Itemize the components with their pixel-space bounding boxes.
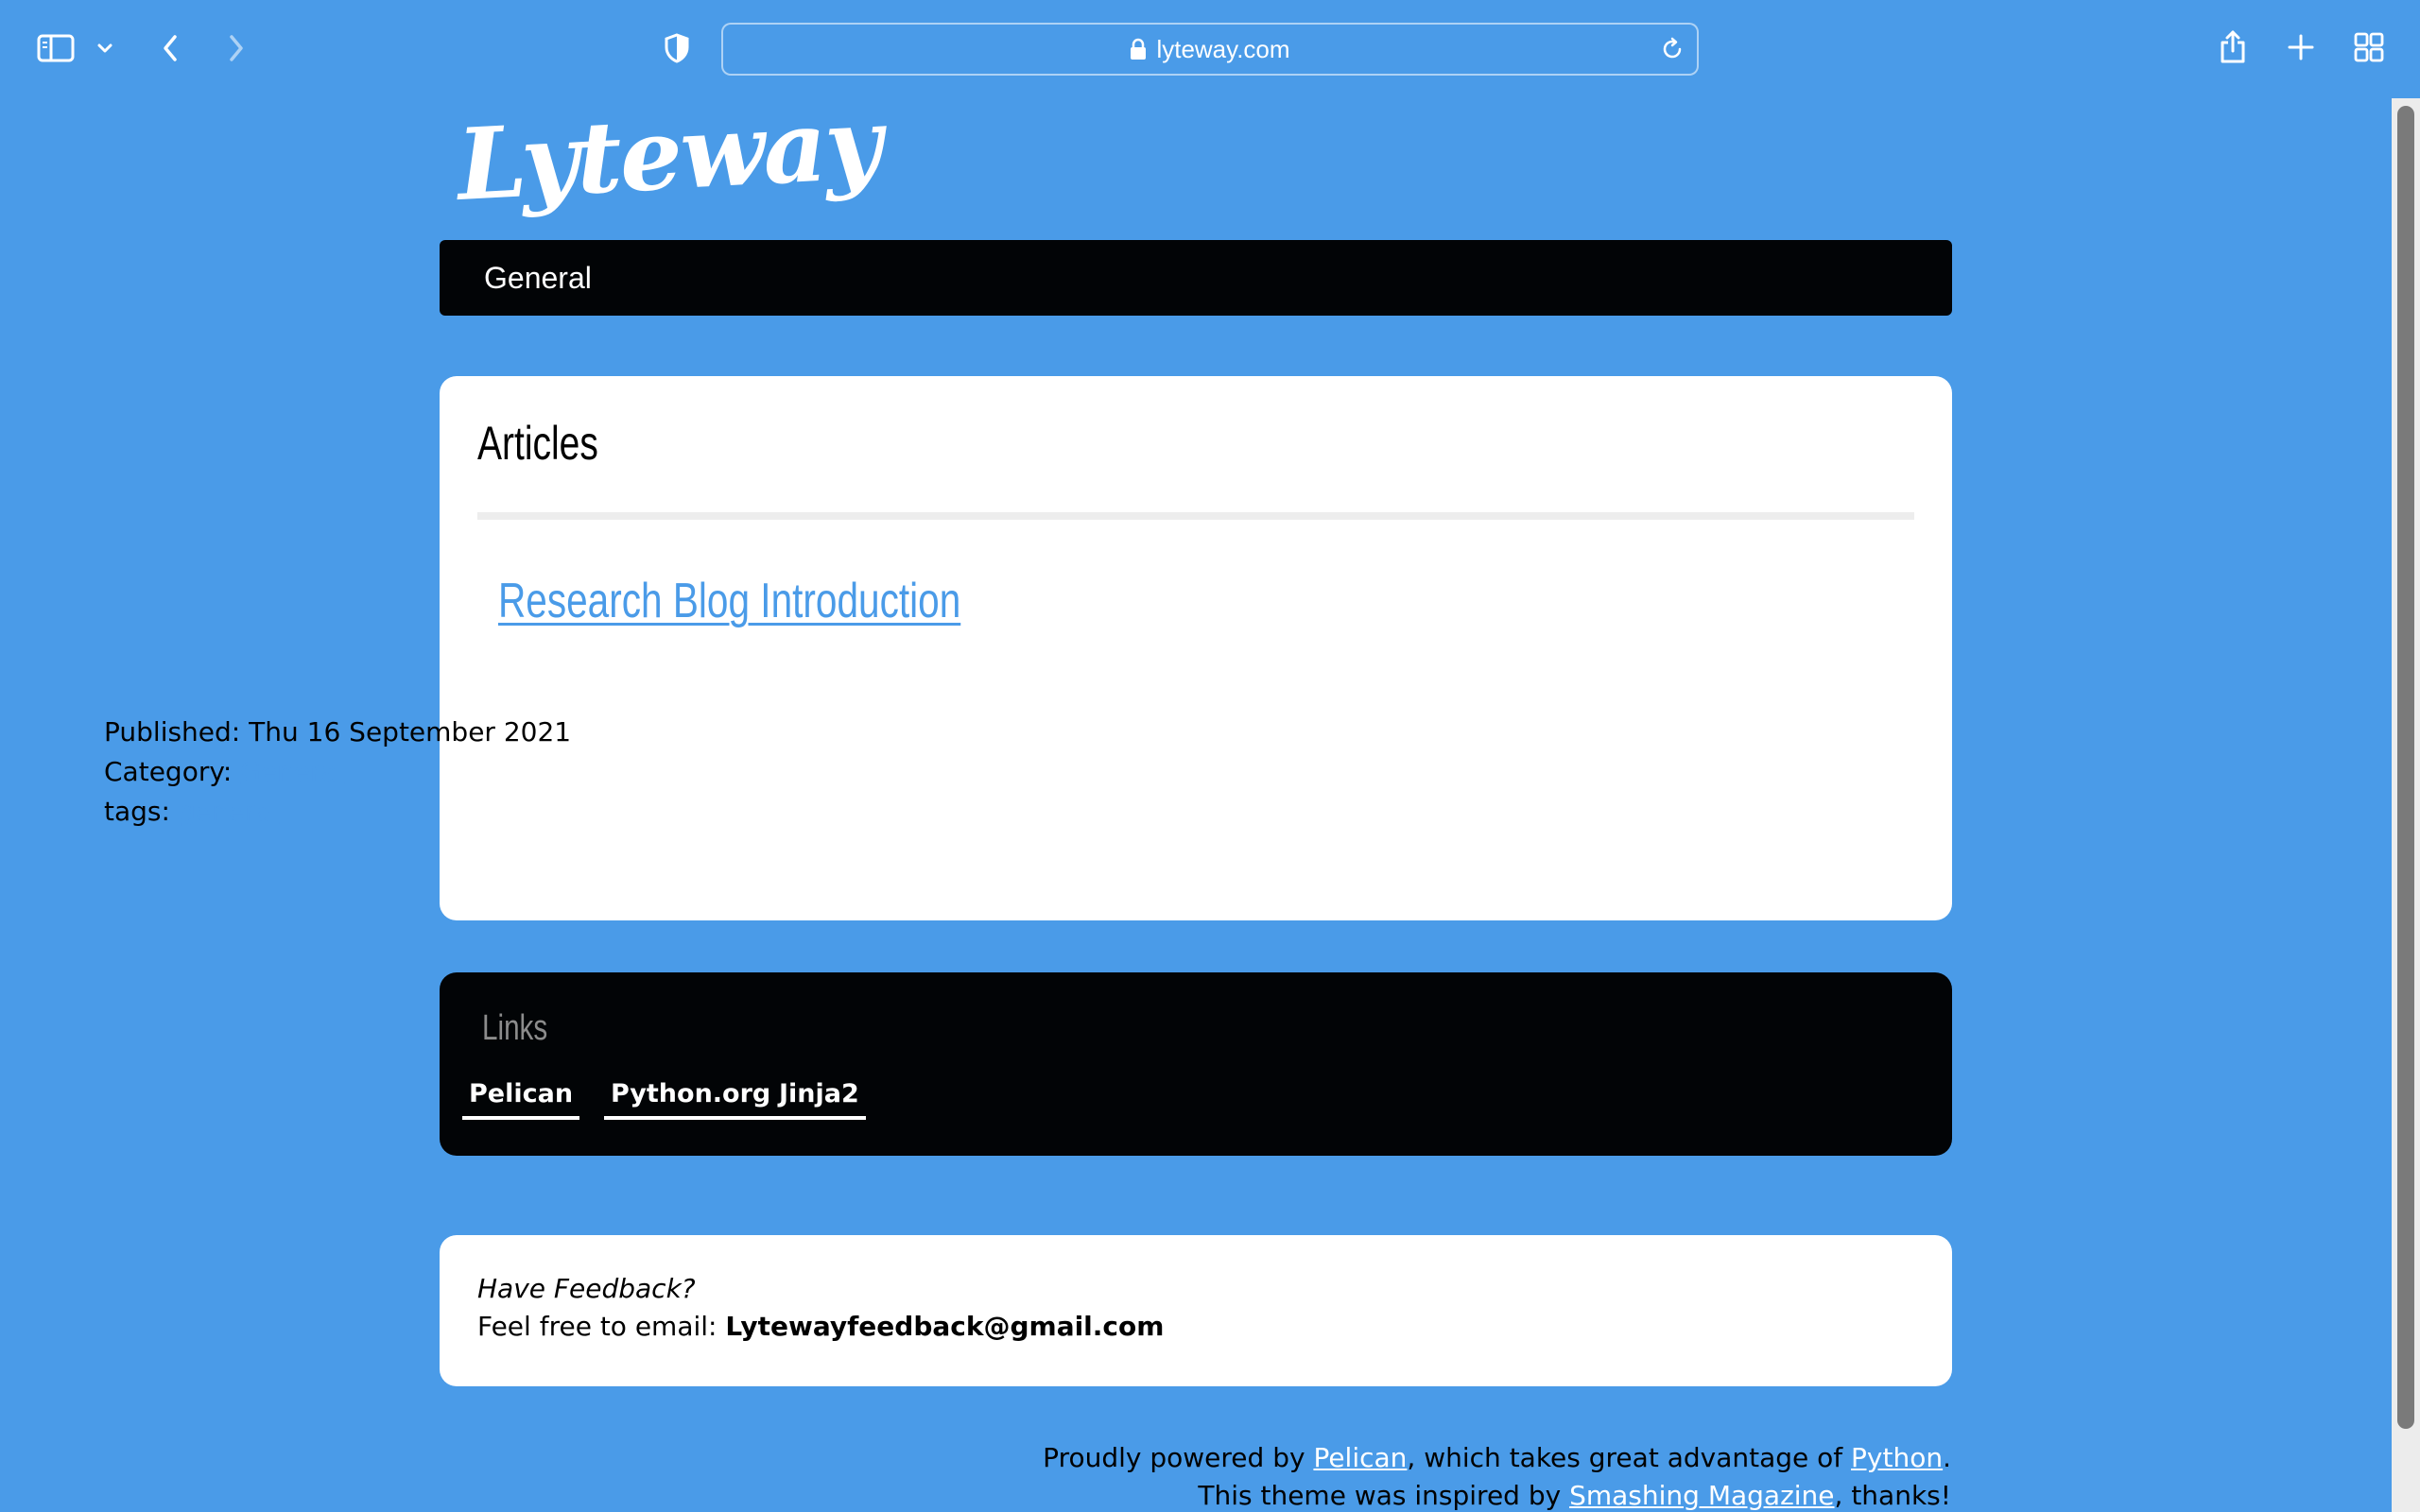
reload-icon[interactable] [1657, 34, 1687, 64]
scrollbar-thumb[interactable] [2397, 106, 2414, 1429]
footer-text: This theme was inspired by [1198, 1480, 1570, 1511]
articles-heading: Articles [477, 417, 598, 470]
link-jinja2[interactable]: Jinja2 [772, 1071, 866, 1120]
grid-icon[interactable] [2350, 28, 2388, 66]
feedback-email: Lytewayfeedback@gmail.com [725, 1311, 1165, 1342]
footer-python-link[interactable]: Python [1851, 1442, 1943, 1473]
url-text: lyteway.com [1156, 34, 1290, 63]
share-icon[interactable] [2214, 25, 2252, 68]
published-label: Published: [104, 716, 241, 747]
footer-smashing-link[interactable]: Smashing Magazine [1569, 1480, 1834, 1511]
article-category: Category: General [104, 756, 345, 787]
footer-text: . [1943, 1442, 1951, 1473]
footer-text: , thanks! [1834, 1480, 1951, 1511]
sidebar-icon[interactable] [34, 30, 78, 66]
shield-icon[interactable] [660, 30, 694, 66]
chevron-down-icon[interactable] [93, 36, 117, 60]
footer-line-2: This theme was inspired by Smashing Maga… [1198, 1480, 1951, 1511]
link-pelican[interactable]: Pelican [462, 1071, 580, 1120]
links-heading: Links [482, 1008, 548, 1048]
footer-text: Proudly powered by [1043, 1442, 1314, 1473]
site-logo[interactable]: Lyteway [455, 82, 884, 227]
forward-arrow-icon[interactable] [219, 30, 253, 66]
article-tags: tags: general [104, 796, 279, 827]
feedback-prefix: Feel free to email: [477, 1311, 726, 1342]
footer-line-1: Proudly powered by Pelican, which takes … [1043, 1442, 1951, 1473]
lock-icon [1130, 38, 1147, 60]
divider [477, 512, 1914, 520]
main-nav: General [440, 240, 1952, 316]
category-link[interactable]: General [240, 756, 344, 787]
tag-link[interactable]: general [179, 796, 279, 827]
links-card: Links Pelican Python.org Jinja2 [440, 972, 1952, 1156]
category-label: Category: [104, 756, 233, 787]
address-bar[interactable]: lyteway.com [721, 23, 1699, 76]
feedback-card: Have Feedback? Feel free to email: Lytew… [440, 1235, 1952, 1386]
article-published: Published: Thu 16 September 2021 [104, 716, 571, 747]
feedback-question: Have Feedback? [477, 1273, 696, 1304]
browser-toolbar: lyteway.com [0, 0, 2420, 94]
footer-pelican-link[interactable]: Pelican [1313, 1442, 1407, 1473]
footer-text: , which takes great advantage of [1407, 1442, 1852, 1473]
nav-item-general[interactable]: General [484, 240, 592, 316]
articles-card: Articles Research Blog Introduction [440, 376, 1952, 920]
feedback-line: Feel free to email: Lytewayfeedback@gmai… [477, 1311, 1164, 1342]
back-arrow-icon[interactable] [153, 30, 187, 66]
article-title-link[interactable]: Research Blog Introduction [498, 573, 960, 629]
published-date: Thu 16 September 2021 [249, 716, 572, 747]
link-python-org[interactable]: Python.org [604, 1071, 778, 1120]
plus-icon[interactable] [2282, 28, 2320, 66]
tags-label: tags: [104, 796, 170, 827]
